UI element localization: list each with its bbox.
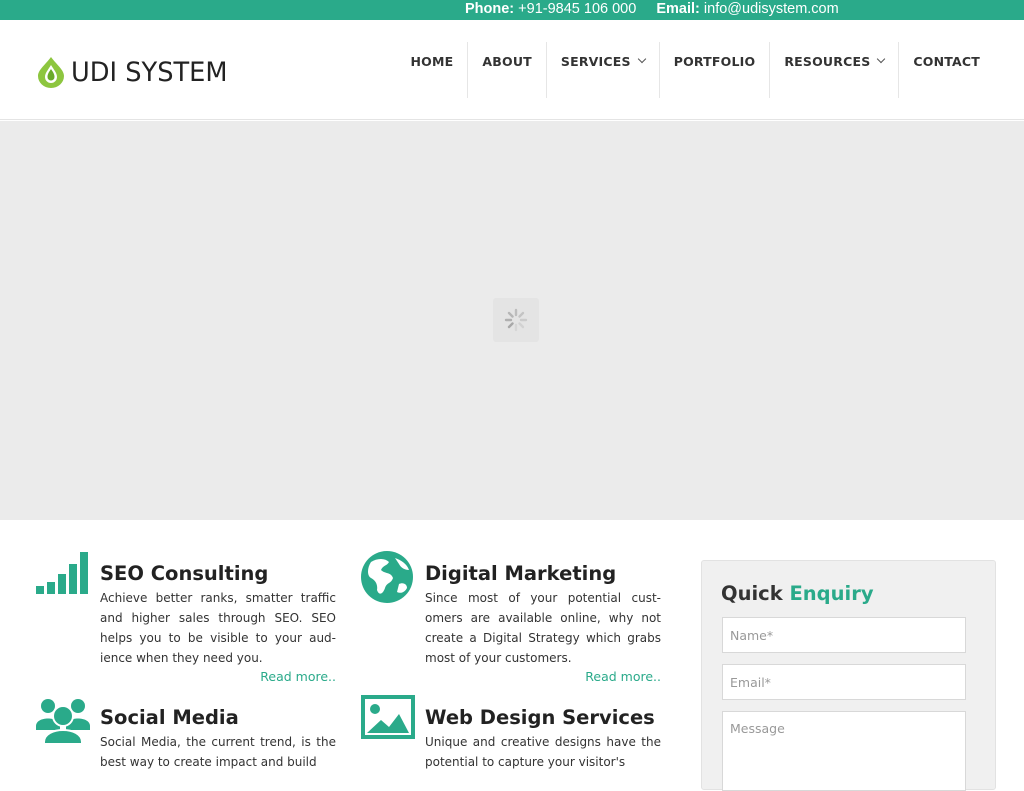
image-icon bbox=[361, 695, 415, 739]
service-text: Social Media, the current trend, is the … bbox=[100, 735, 336, 769]
nav-services[interactable]: SERVICES bbox=[545, 42, 659, 98]
chevron-down-icon bbox=[877, 54, 886, 64]
service-text: Since most of your potential cust-omers … bbox=[425, 591, 661, 665]
email-input[interactable] bbox=[722, 664, 966, 700]
read-more-link[interactable]: Read more.. bbox=[585, 669, 661, 684]
email-label: Email: bbox=[656, 1, 700, 17]
chevron-down-icon bbox=[637, 54, 646, 64]
service-seo: SEO Consulting Achieve better ranks, sma… bbox=[36, 550, 336, 690]
spinner-icon bbox=[504, 308, 528, 332]
phone-label: Phone: bbox=[465, 1, 515, 17]
leaf-drop-icon bbox=[38, 57, 64, 88]
read-more-link[interactable]: Read more.. bbox=[260, 669, 336, 684]
brand-name: UDI SYSTEM bbox=[71, 56, 228, 88]
service-social-media: Social Media Social Media, the current t… bbox=[36, 694, 336, 774]
service-title: Digital Marketing bbox=[425, 562, 617, 585]
globe-icon bbox=[361, 551, 413, 603]
nav-about[interactable]: ABOUT bbox=[467, 42, 546, 98]
loading-spinner bbox=[493, 298, 539, 342]
nav-portfolio[interactable]: PORTFOLIO bbox=[658, 42, 770, 98]
services-section: SEO Consulting Achieve better ranks, sma… bbox=[0, 520, 680, 769]
service-web-design: Web Design Services Unique and creative … bbox=[361, 694, 661, 774]
nav-contact[interactable]: CONTACT bbox=[898, 42, 994, 98]
enquiry-title: Quick Enquiry bbox=[721, 582, 874, 605]
signal-bars-icon bbox=[36, 552, 88, 594]
service-title: SEO Consulting bbox=[100, 562, 269, 585]
service-text: Achieve better ranks, smatter traffic an… bbox=[100, 591, 336, 665]
main-nav: HOME ABOUT SERVICES PORTFOLIO RESOURCES … bbox=[397, 42, 994, 98]
message-input[interactable] bbox=[722, 711, 966, 791]
email-address[interactable]: info@udisystem.com bbox=[704, 1, 839, 17]
service-digital-marketing: Digital Marketing Since most of your pot… bbox=[361, 550, 661, 690]
name-input[interactable] bbox=[722, 617, 966, 653]
nav-home[interactable]: HOME bbox=[397, 42, 468, 98]
service-title: Social Media bbox=[100, 706, 239, 729]
site-header: UDI SYSTEM HOME ABOUT SERVICES PORTFOLIO… bbox=[0, 20, 1024, 120]
service-title: Web Design Services bbox=[425, 706, 655, 729]
nav-resources[interactable]: RESOURCES bbox=[769, 42, 898, 98]
service-text: Unique and creative designs have the pot… bbox=[425, 735, 661, 769]
site-logo[interactable]: UDI SYSTEM bbox=[37, 55, 236, 89]
hero-slider bbox=[0, 121, 1024, 520]
contact-topbar: Phone: +91-9845 106 000 Email: info@udis… bbox=[0, 0, 1024, 20]
quick-enquiry-form: Quick Enquiry bbox=[701, 560, 996, 791]
users-icon bbox=[36, 699, 90, 745]
phone-number[interactable]: +91-9845 106 000 bbox=[518, 1, 636, 17]
